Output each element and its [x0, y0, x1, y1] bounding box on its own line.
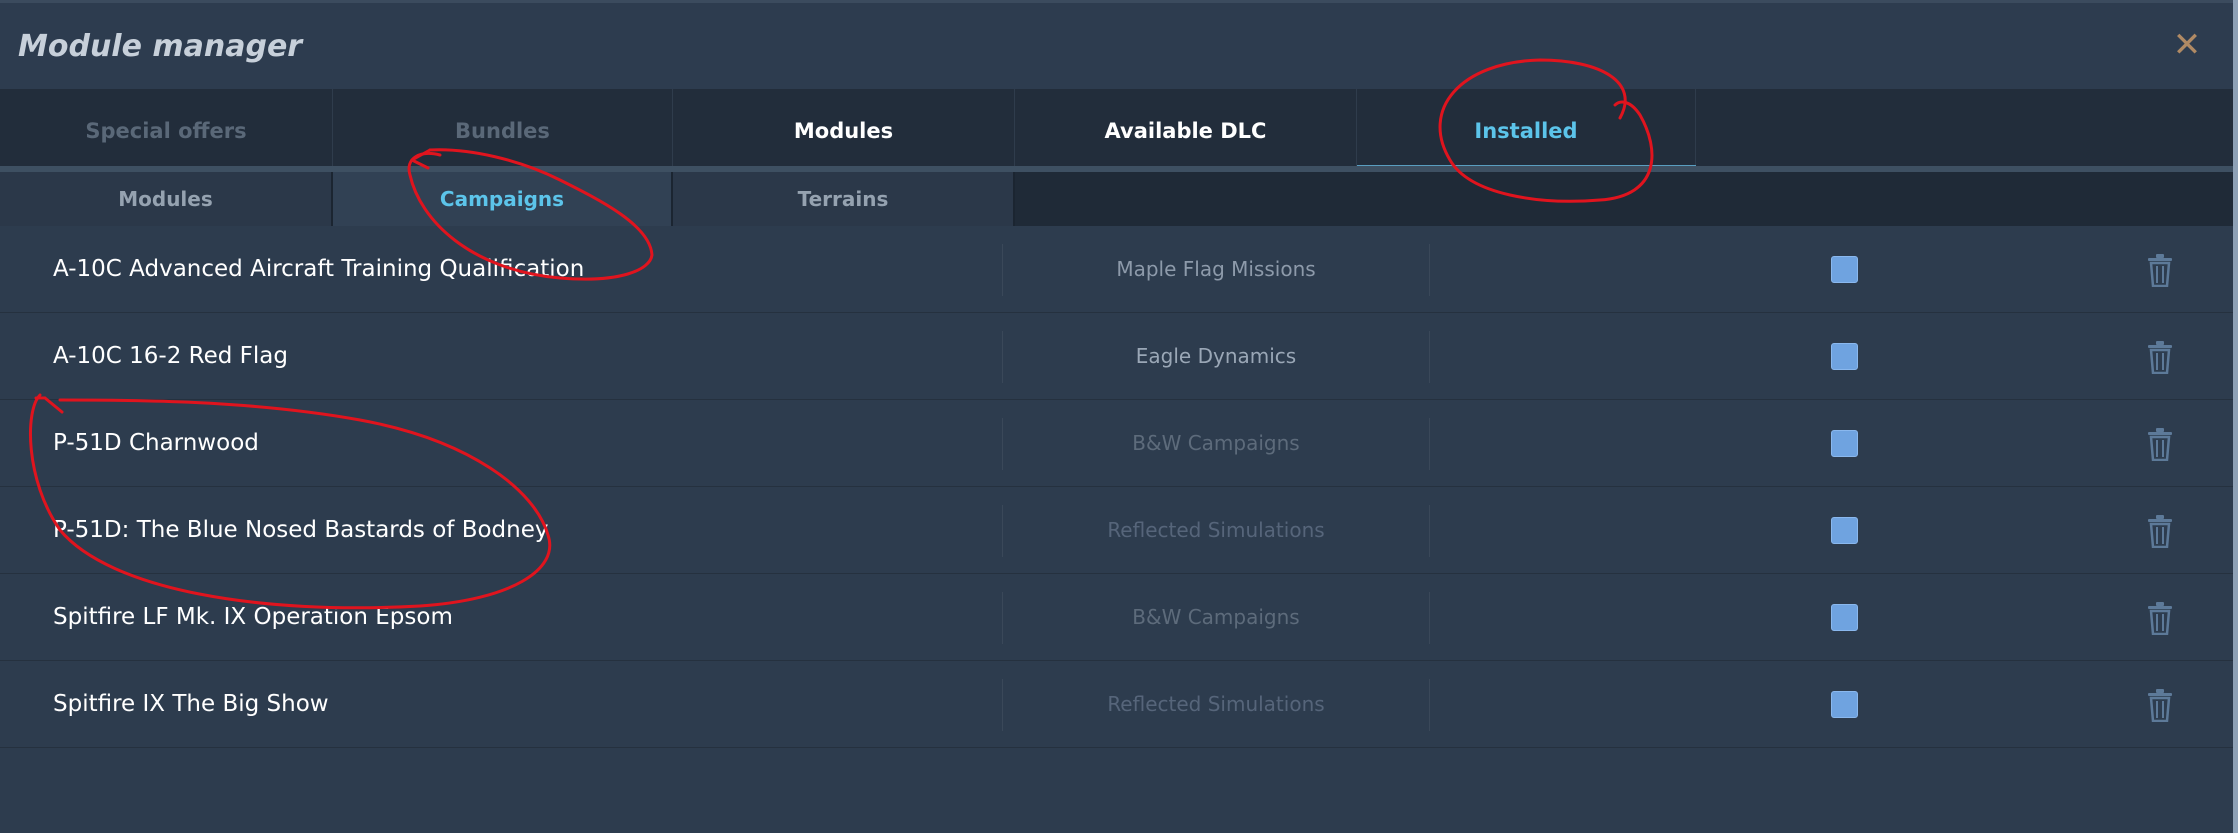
campaign-row: A-10C 16-2 Red Flag Eagle Dynamics [0, 313, 2233, 400]
trash-handle [2156, 689, 2164, 693]
campaign-row: P-51D Charnwood B&W Campaigns [0, 400, 2233, 487]
campaign-row: Spitfire IX The Big Show Reflected Simul… [0, 661, 2233, 748]
enable-checkbox[interactable] [1831, 430, 1858, 457]
campaign-author: B&W Campaigns [1132, 605, 1300, 629]
trash-bin [2149, 435, 2171, 461]
trash-icon[interactable] [2145, 601, 2175, 635]
trash-lid [2148, 606, 2172, 609]
column-divider [1429, 679, 1430, 731]
trash-bin [2149, 522, 2171, 548]
sub-tab-bar: Modules Campaigns Terrains [0, 172, 2233, 226]
tab-special-offers[interactable]: Special offers [0, 89, 333, 172]
trash-lid [2148, 432, 2172, 435]
trash-bin [2149, 696, 2171, 722]
tab-available-dlc[interactable]: Available DLC [1015, 89, 1357, 172]
trash-icon[interactable] [2145, 427, 2175, 461]
campaign-author: Eagle Dynamics [1135, 344, 1297, 368]
window-title: Module manager [18, 29, 303, 64]
campaign-author: Maple Flag Missions [1116, 257, 1316, 281]
campaign-row: P-51D: The Blue Nosed Bastards of Bodney… [0, 487, 2233, 574]
campaign-name: P-51D Charnwood [53, 430, 259, 456]
column-divider [1429, 418, 1430, 470]
trash-lid [2148, 345, 2172, 348]
column-divider [1429, 331, 1430, 383]
campaign-row: A-10C Advanced Aircraft Training Qualifi… [0, 226, 2233, 313]
enable-checkbox[interactable] [1831, 604, 1858, 631]
trash-handle [2156, 254, 2164, 258]
trash-icon[interactable] [2145, 514, 2175, 548]
subtab-terrains[interactable]: Terrains [673, 172, 1015, 226]
column-divider [1429, 244, 1430, 296]
title-bar: Module manager ✕ [0, 0, 2233, 89]
campaign-row: Spitfire LF Mk. IX Operation Epsom B&W C… [0, 574, 2233, 661]
tab-installed[interactable]: Installed [1357, 89, 1696, 172]
trash-icon[interactable] [2145, 253, 2175, 287]
window-edge [2233, 0, 2238, 833]
trash-icon[interactable] [2145, 340, 2175, 374]
trash-icon[interactable] [2145, 688, 2175, 722]
enable-checkbox[interactable] [1831, 517, 1858, 544]
campaign-name: P-51D: The Blue Nosed Bastards of Bodney [53, 517, 549, 543]
close-icon[interactable]: ✕ [2169, 27, 2205, 63]
trash-bin [2149, 609, 2171, 635]
column-divider [1429, 592, 1430, 644]
trash-bin [2149, 261, 2171, 287]
enable-checkbox[interactable] [1831, 256, 1858, 283]
campaign-name: A-10C Advanced Aircraft Training Qualifi… [53, 256, 585, 282]
tab-modules[interactable]: Modules [673, 89, 1015, 172]
main-tab-bar: Special offers Bundles Modules Available… [0, 89, 2233, 172]
trash-handle [2156, 341, 2164, 345]
enable-checkbox[interactable] [1831, 691, 1858, 718]
trash-bin [2149, 348, 2171, 374]
column-divider [1429, 505, 1430, 557]
campaign-name: Spitfire LF Mk. IX Operation Epsom [53, 604, 453, 630]
tab-bundles[interactable]: Bundles [333, 89, 673, 172]
campaign-author: Reflected Simulations [1107, 518, 1325, 542]
trash-handle [2156, 515, 2164, 519]
subtab-campaigns[interactable]: Campaigns [333, 172, 673, 226]
campaign-author: B&W Campaigns [1132, 431, 1300, 455]
module-manager-window: Module manager ✕ Special offers Bundles … [0, 0, 2233, 833]
subtab-modules[interactable]: Modules [0, 172, 333, 226]
trash-handle [2156, 428, 2164, 432]
trash-lid [2148, 693, 2172, 696]
enable-checkbox[interactable] [1831, 343, 1858, 370]
trash-lid [2148, 258, 2172, 261]
campaign-name: Spitfire IX The Big Show [53, 691, 329, 717]
campaign-author: Reflected Simulations [1107, 692, 1325, 716]
trash-handle [2156, 602, 2164, 606]
trash-lid [2148, 519, 2172, 522]
campaign-name: A-10C 16-2 Red Flag [53, 343, 288, 369]
